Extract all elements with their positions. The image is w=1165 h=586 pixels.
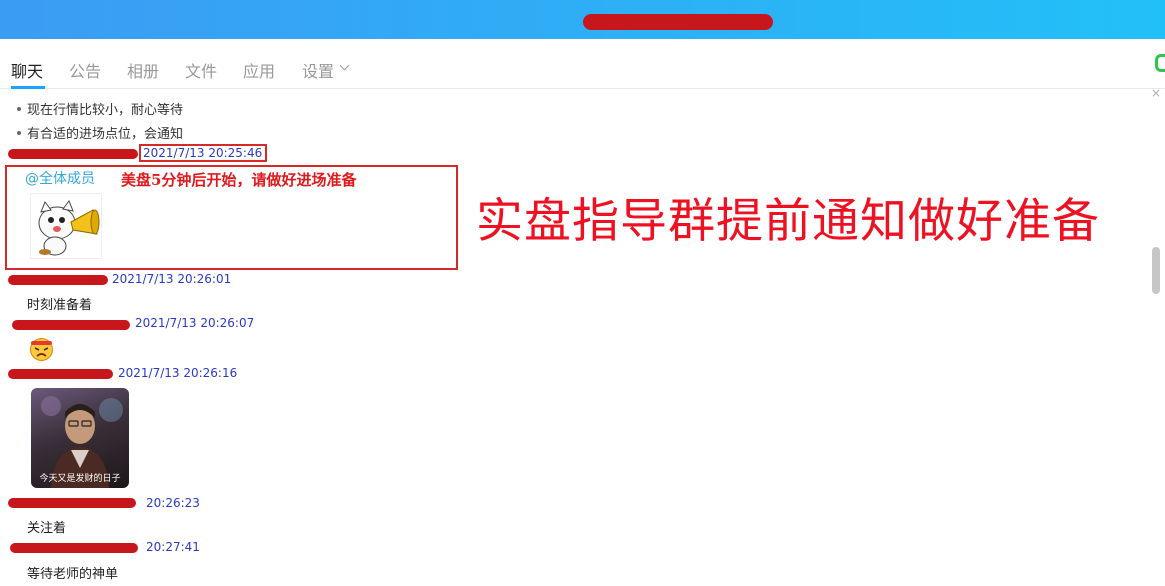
bullet-text: 有合适的进场点位，会通知 <box>27 127 184 142</box>
image-caption: 今天又是发财的日子 <box>39 474 121 484</box>
sender-name-redacted <box>8 275 108 285</box>
message-timestamp: 2021/7/13 20:25:46 <box>143 146 263 160</box>
tab-chat[interactable]: 聊天 <box>11 58 43 82</box>
sender-name-redacted <box>12 320 130 330</box>
active-tab-indicator <box>11 86 45 89</box>
mention-all-link[interactable]: @全体成员 <box>25 168 95 188</box>
angry-face-emoji-icon <box>30 338 53 361</box>
list-item: 有合适的进场点位，会通知 <box>17 123 183 142</box>
tab-apps[interactable]: 应用 <box>243 58 275 82</box>
redaction-mark <box>583 14 773 30</box>
meme-image[interactable]: 今天又是发财的日子 <box>31 388 129 488</box>
tab-album[interactable]: 相册 <box>127 58 159 82</box>
chat-scrollbar[interactable] <box>1152 247 1160 294</box>
message-text: 时刻准备着 <box>27 298 93 313</box>
tab-announcement[interactable]: 公告 <box>69 58 101 82</box>
message-timestamp: 20:26:23 <box>146 496 200 510</box>
close-icon[interactable]: × <box>1151 86 1161 100</box>
sender-name-redacted <box>8 149 138 159</box>
message-text: 关注着 <box>27 521 67 536</box>
message-timestamp: 2021/7/13 20:26:01 <box>112 272 232 286</box>
message-timestamp: 20:27:41 <box>146 540 200 554</box>
phone-icon[interactable] <box>1155 54 1165 72</box>
megaphone-cat-icon <box>38 199 100 256</box>
message-text: 美盘5分钟后开始，请做好进场准备 <box>121 171 357 189</box>
tab-bar: 聊天 公告 相册 文件 应用 设置 <box>0 39 1165 89</box>
tab-files[interactable]: 文件 <box>185 58 217 82</box>
bullet-dot-icon <box>17 106 21 111</box>
sender-name-redacted <box>8 498 136 508</box>
annotation-overlay: 实盘指导群提前通知做好准备 <box>476 194 1100 249</box>
message-timestamp: 2021/7/13 20:26:16 <box>118 366 238 380</box>
bullet-dot-icon <box>17 130 21 135</box>
sender-name-redacted <box>8 369 113 379</box>
bullet-text: 现在行情比较小，耐心等待 <box>27 103 184 118</box>
tab-settings[interactable]: 设置 <box>302 58 334 82</box>
megaphone-cat-sticker[interactable] <box>30 193 102 259</box>
list-item: 现在行情比较小，耐心等待 <box>17 99 183 118</box>
message-timestamp: 2021/7/13 20:26:07 <box>135 316 255 330</box>
message-text: 等待老师的神单 <box>27 567 119 582</box>
title-bar: 现货黄金...指导VIP群... <box>0 0 1165 39</box>
sender-name-redacted <box>10 543 138 553</box>
